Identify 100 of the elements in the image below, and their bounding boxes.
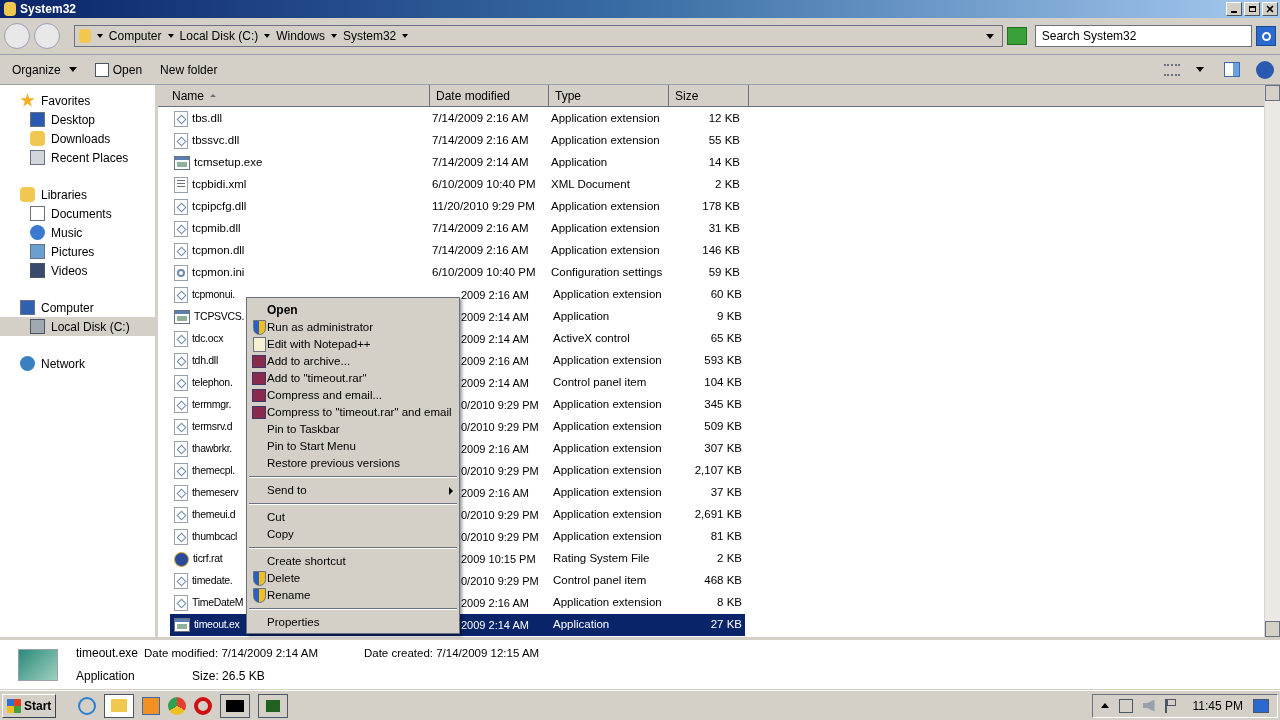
- date-cell-text: 2009 2:16 AM: [460, 353, 530, 369]
- menu-item[interactable]: Delete: [247, 570, 459, 587]
- nav-item[interactable]: Desktop: [0, 110, 155, 129]
- close-button[interactable]: [1262, 2, 1278, 16]
- address-bar[interactable]: Computer Local Disk (C:) Windows System32: [73, 25, 1003, 47]
- start-button[interactable]: Start: [2, 693, 57, 718]
- column-header[interactable]: Type: [549, 85, 669, 106]
- organize-button[interactable]: Organize: [6, 60, 83, 79]
- menu-item[interactable]: Run as administrator: [247, 319, 459, 336]
- media-player-icon[interactable]: [142, 696, 161, 715]
- file-name-cell[interactable]: timeout.ex: [170, 614, 244, 636]
- caret-icon[interactable]: [96, 34, 103, 38]
- menu-item[interactable]: Compress to "timeout.rar" and email: [247, 404, 459, 421]
- refresh-button[interactable]: [1006, 27, 1027, 45]
- search-button[interactable]: [1256, 26, 1276, 46]
- window-title: System32: [20, 1, 77, 18]
- scrollbar[interactable]: [1264, 85, 1280, 637]
- breadcrumb[interactable]: Local Disk (C:): [179, 27, 259, 45]
- file-name-cell[interactable]: themeserv: [170, 482, 244, 504]
- nav-item[interactable]: Downloads: [0, 129, 155, 148]
- file-name-cell[interactable]: themeui.d: [170, 504, 244, 526]
- nav-item[interactable]: Pictures: [0, 242, 155, 261]
- menu-item[interactable]: Add to "timeout.rar": [247, 370, 459, 387]
- search-field[interactable]: Search System32: [1034, 25, 1253, 47]
- column-header[interactable]: Date modified: [430, 85, 549, 106]
- date-cell-text: 2009 2:14 AM: [460, 309, 530, 325]
- breadcrumb[interactable]: Computer: [108, 27, 162, 45]
- chrome-icon[interactable]: [168, 696, 187, 715]
- file-name-cell[interactable]: ticrf.rat: [170, 548, 244, 570]
- file-name-cell[interactable]: tcpipcfg.dll: [170, 196, 428, 218]
- nav-item[interactable]: Videos: [0, 261, 155, 280]
- dropdown-caret-icon[interactable]: [985, 33, 994, 39]
- menu-item[interactable]: Copy: [247, 526, 459, 543]
- file-name-cell[interactable]: tdh.dll: [170, 350, 244, 372]
- folder-icon[interactable]: [104, 693, 135, 718]
- file-name-cell[interactable]: thawbrkr.: [170, 438, 244, 460]
- nav-item[interactable]: Documents: [0, 204, 155, 223]
- nav-group[interactable]: Libraries: [0, 185, 155, 204]
- file-name-cell[interactable]: tbssvc.dll: [170, 130, 428, 152]
- view-list-icon[interactable]: [1164, 63, 1180, 76]
- caret-icon[interactable]: [264, 34, 271, 38]
- menu-item[interactable]: Send to: [247, 482, 459, 499]
- file-name-cell[interactable]: tcmsetup.exe: [170, 152, 428, 174]
- file-name-cell[interactable]: tcpmon.ini: [170, 262, 428, 284]
- file-name-cell[interactable]: tcpmib.dll: [170, 218, 428, 240]
- file-gear-icon: [174, 199, 188, 215]
- new-folder-button[interactable]: New folder: [154, 60, 224, 79]
- nav-group[interactable]: Network: [0, 354, 155, 373]
- file-name-cell[interactable]: timedate.: [170, 570, 244, 592]
- close-icon: [1266, 5, 1274, 13]
- caret-icon[interactable]: [167, 34, 174, 38]
- nav-group[interactable]: Computer: [0, 298, 155, 317]
- menu-item[interactable]: Restore previous versions: [247, 455, 459, 472]
- file-name-cell[interactable]: tbs.dll: [170, 108, 428, 130]
- caret-icon[interactable]: [402, 34, 409, 38]
- file-gear-icon: [174, 331, 188, 347]
- breadcrumb[interactable]: Windows: [276, 27, 325, 45]
- menu-item[interactable]: Cut: [247, 509, 459, 526]
- caret-icon[interactable]: [330, 34, 337, 38]
- flag-icon[interactable]: [1164, 698, 1177, 713]
- nav-item[interactable]: Recent Places: [0, 148, 155, 167]
- breadcrumb[interactable]: System32: [342, 27, 397, 45]
- menu-item[interactable]: Pin to Start Menu: [247, 438, 459, 455]
- menu-item[interactable]: Add to archive...: [247, 353, 459, 370]
- console-icon[interactable]: [220, 693, 251, 718]
- file-name-cell[interactable]: TCPSVCS.: [170, 306, 244, 328]
- date-cell-text: 7/14/2009 2:16 AM: [431, 243, 530, 259]
- shield-icon: [252, 571, 266, 586]
- clock[interactable]: 11:45 PM: [1192, 696, 1243, 715]
- file-name-cell[interactable]: termmgr.: [170, 394, 244, 416]
- nav-group[interactable]: Favorites: [0, 91, 155, 110]
- caret-icon[interactable]: [1196, 67, 1204, 72]
- menu-item[interactable]: Create shortcut: [247, 553, 459, 570]
- menu-item[interactable]: Edit with Notepad++: [247, 336, 459, 353]
- type-cell-text: Application extension: [552, 529, 663, 545]
- file-name-cell[interactable]: tcpmon.dll: [170, 240, 428, 262]
- menu-item[interactable]: Rename: [247, 587, 459, 604]
- file-name-cell[interactable]: TimeDateM: [170, 592, 244, 614]
- nav-item[interactable]: Local Disk (C:): [0, 317, 155, 336]
- nav-item[interactable]: Music: [0, 223, 155, 242]
- size-cell-text: 178 KB: [701, 199, 741, 215]
- menu-item[interactable]: Properties: [247, 614, 459, 631]
- column-header[interactable]: Name: [158, 85, 430, 106]
- open-button[interactable]: Open: [88, 60, 149, 79]
- opera-icon[interactable]: [194, 696, 213, 715]
- file-name-cell[interactable]: telephon.: [170, 372, 244, 394]
- restore-button[interactable]: [1244, 2, 1260, 16]
- menu-item[interactable]: Pin to Taskbar: [247, 421, 459, 438]
- file-name-cell[interactable]: termsrv.d: [170, 416, 244, 438]
- chevron-up-icon[interactable]: [1100, 703, 1109, 708]
- column-header[interactable]: Size: [669, 85, 749, 106]
- file-name-cell[interactable]: thumbcacl: [170, 526, 244, 548]
- menu-item[interactable]: Open: [247, 300, 459, 319]
- file-name-cell[interactable]: tdc.ocx: [170, 328, 244, 350]
- preview-pane-icon[interactable]: [1224, 62, 1240, 77]
- menu-item[interactable]: Compress and email...: [247, 387, 459, 404]
- file-name-cell[interactable]: themecpl.: [170, 460, 244, 482]
- minimize-button[interactable]: [1226, 2, 1242, 16]
- file-name-cell[interactable]: tcpbidi.xml: [170, 174, 428, 196]
- file-name-cell[interactable]: tcpmonui.: [170, 284, 244, 306]
